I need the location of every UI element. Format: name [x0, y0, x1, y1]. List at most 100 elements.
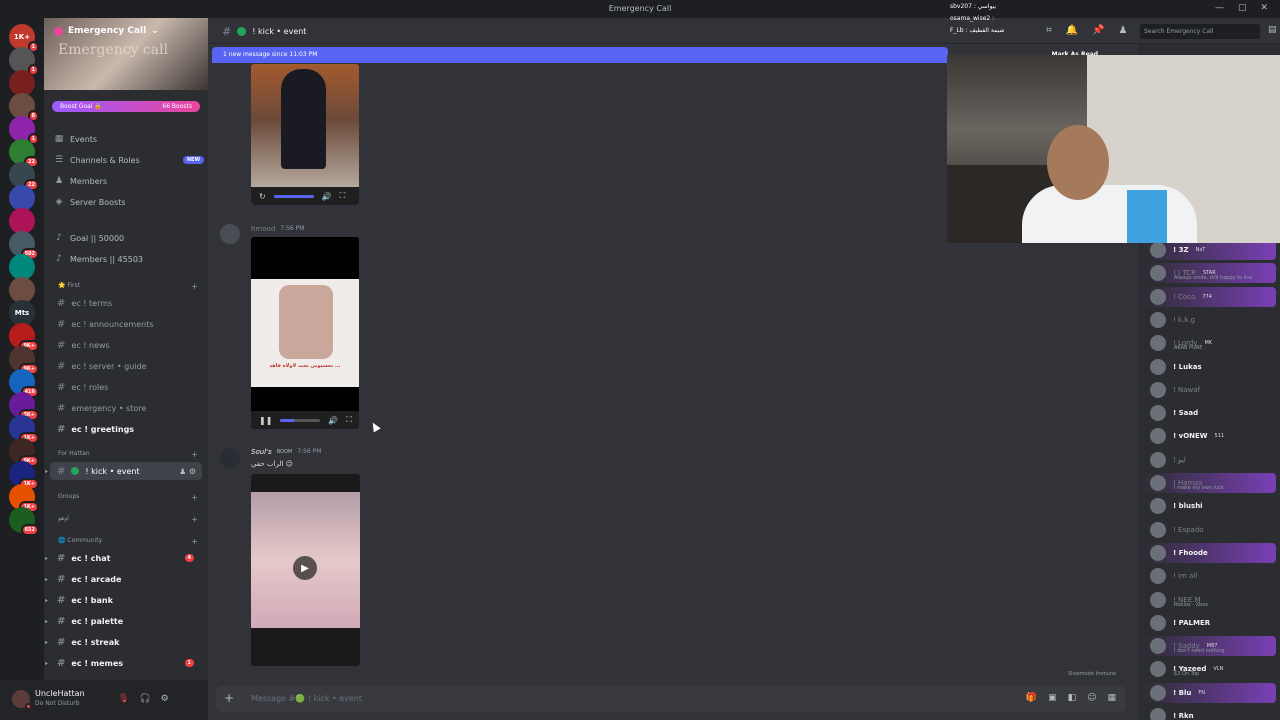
member-name: ! Blu — [1173, 688, 1192, 697]
play-button[interactable]: ▶ — [293, 556, 317, 580]
member-item[interactable]: ! Lordy MK AKAB PURE — [1142, 333, 1276, 353]
message-author[interactable]: hmood — [251, 225, 275, 233]
add-channel-icon[interactable]: + — [191, 515, 198, 524]
channel-item[interactable]: # ec ! news — [50, 336, 202, 354]
new-messages-bar[interactable]: 1 new message since 11:03 PM Mark As Rea… — [212, 47, 1098, 63]
members-toggle-icon[interactable]: ♟ — [1119, 25, 1128, 36]
channel-kick-event[interactable]: ▸ # ! kick • event ♟ ⚙ — [45, 462, 202, 480]
video-attachment[interactable]: ↻ 🔊 ⛶ — [251, 64, 359, 205]
nav-item-events[interactable]: ▦ Events — [54, 134, 204, 144]
deafen-icon[interactable]: 🎧 — [139, 694, 150, 704]
add-channel-icon[interactable]: + — [191, 493, 198, 502]
category-groups[interactable]: Groups + — [58, 493, 198, 502]
member-item[interactable]: ! Lukas — [1142, 357, 1276, 377]
message-time: 7:56 PM — [280, 225, 305, 232]
member-item[interactable]: ! Hamza I make my own luck — [1142, 473, 1276, 493]
avatar — [1150, 242, 1166, 258]
guild-banner[interactable]: Emergency Call ⌄ Emergency call — [44, 18, 208, 90]
username[interactable]: UncleHattan — [35, 689, 85, 698]
member-item[interactable]: ! k.k.g — [1142, 310, 1276, 330]
add-channel-icon[interactable]: + — [191, 537, 198, 546]
video-progress[interactable] — [273, 194, 314, 198]
member-item[interactable]: ! Coco 774 — [1142, 286, 1276, 307]
member-item[interactable]: ! PALMER — [1142, 613, 1276, 633]
video-progress[interactable] — [280, 418, 321, 422]
nav-item-channels-roles[interactable]: ☰ Channels & Roles NEW — [54, 155, 204, 165]
channel-item[interactable]: ▸ # ec ! arcade — [45, 570, 202, 588]
nav-item-server-boosts[interactable]: ◈ Server Boosts — [54, 197, 204, 207]
member-item[interactable]: ! Fhoode — [1142, 542, 1276, 563]
member-item[interactable]: ! Espado — [1142, 520, 1276, 540]
category-for-hattan[interactable]: For Hattan + — [58, 450, 198, 459]
add-channel-icon[interactable]: + — [191, 282, 198, 291]
member-item[interactable]: ! 3Z NxT — [1142, 240, 1276, 260]
member-item[interactable]: ! Blu FN — [1142, 682, 1276, 703]
add-channel-icon[interactable]: + — [191, 450, 198, 459]
video-attachment[interactable]: تحسبوني تحت لاولاه فاهد ... ❚❚ 🔊 ⛶ — [251, 237, 359, 429]
member-item[interactable]: ! im all — [1142, 566, 1276, 586]
window-titlebar: Emergency Call — ▢ ✕ — [0, 0, 1280, 18]
avatar[interactable] — [220, 224, 240, 244]
emoji-icon[interactable]: ☺ — [1087, 693, 1096, 703]
message-input[interactable]: Message #🟢 ! kick • event — [251, 694, 362, 703]
channel-item[interactable]: # ec ! roles — [50, 378, 202, 396]
gif-icon[interactable]: ▣ — [1048, 693, 1057, 703]
close-icon[interactable]: ✕ — [1260, 3, 1268, 13]
pin-icon[interactable]: 📌 — [1092, 25, 1104, 36]
minimize-icon[interactable]: — — [1215, 3, 1224, 13]
channel-item[interactable]: # ec ! announcements — [50, 315, 202, 333]
pause-icon[interactable]: ❚❚ — [259, 416, 272, 425]
volume-icon[interactable]: 🔊 — [328, 416, 338, 425]
search-input[interactable]: Search Emergency Call — [1140, 24, 1260, 39]
fullscreen-icon[interactable]: ⛶ — [346, 415, 352, 425]
video-attachment[interactable]: ▶ — [251, 474, 360, 666]
gift-icon[interactable]: 🎁 — [1026, 693, 1037, 703]
channel-item[interactable]: ▸ # ec ! palette — [45, 612, 202, 630]
channel-item[interactable]: ▸ # ec ! chat 4 — [45, 549, 202, 567]
inbox-icon[interactable]: ▤ — [1268, 25, 1277, 35]
chevron-down-icon[interactable]: ⌄ — [151, 26, 159, 36]
channel-item[interactable]: ▸ # ec ! memes 1 — [45, 654, 202, 672]
member-item[interactable]: ! Rkn — [1142, 706, 1276, 720]
expand-icon: ▸ — [45, 617, 49, 625]
apps-icon[interactable]: ▦ — [1107, 693, 1116, 703]
message-author[interactable]: Soul's — [251, 448, 272, 456]
category-first[interactable]: 🌟 First + — [58, 282, 198, 291]
message-composer[interactable]: + Message #🟢 ! kick • event 🎁 ▣ ◧ ☺ ▦ — [216, 686, 1126, 712]
member-name: ! Lukas — [1173, 362, 1202, 371]
member-item[interactable]: ! ليو — [1142, 450, 1276, 470]
mute-mic-icon[interactable]: 🎙 — [118, 694, 129, 704]
gear-icon[interactable]: ⚙ — [161, 694, 169, 704]
channel-item[interactable]: # ec ! server • guide — [50, 357, 202, 375]
channel-item[interactable]: # emergency • store — [50, 399, 202, 417]
member-item[interactable]: ! vONEW 511 — [1142, 426, 1276, 446]
fullscreen-icon[interactable]: ⛶ — [340, 191, 346, 201]
member-item[interactable]: ! blushi — [1142, 496, 1276, 516]
member-item[interactable]: ! NEE.M Roblox - Xbox — [1142, 590, 1276, 610]
guild-name[interactable]: Emergency Call — [68, 26, 146, 36]
add-attachment-button[interactable]: + — [224, 691, 234, 705]
channel-item[interactable]: ▸ # ec ! bank — [45, 591, 202, 609]
member-item[interactable]: ! Nawaf — [1142, 380, 1276, 400]
volume-icon[interactable]: 🔊 — [322, 192, 332, 201]
goal-channel[interactable]: ♪ Members || 45503 — [54, 254, 204, 264]
goal-channel[interactable]: ♪ Goal || 50000 — [54, 233, 204, 243]
category-aoho[interactable]: اوهو + — [58, 515, 198, 524]
avatar[interactable] — [220, 448, 240, 468]
member-item[interactable]: ! Saad — [1142, 403, 1276, 423]
sticker-icon[interactable]: ◧ — [1068, 693, 1077, 703]
server-icon[interactable]: 652 — [9, 507, 39, 536]
member-item[interactable]: ! Saddy M87 I don't need nothing — [1142, 636, 1276, 657]
channel-item[interactable]: # ec ! greetings — [50, 420, 202, 438]
nav-item-members[interactable]: ♟ Members — [54, 176, 204, 186]
channel-item[interactable]: # ec ! terms — [50, 294, 202, 312]
maximize-icon[interactable]: ▢ — [1238, 3, 1247, 13]
category-community[interactable]: 🌐 Community + — [58, 537, 198, 546]
channel-item[interactable]: ▸ # ec ! streak — [45, 633, 202, 651]
hash-icon: # — [57, 636, 66, 648]
channel-settings-icon[interactable]: ♟ ⚙ — [179, 467, 196, 476]
replay-icon[interactable]: ↻ — [259, 192, 266, 201]
member-item[interactable]: ! I TCR STAR Always smile, still happy to … — [1142, 263, 1276, 284]
boost-goal-bar[interactable]: Boost Goal 🔒 66 Boosts — [52, 101, 200, 112]
member-item[interactable]: ! Yazeed VLN $3 On Top — [1142, 659, 1276, 679]
